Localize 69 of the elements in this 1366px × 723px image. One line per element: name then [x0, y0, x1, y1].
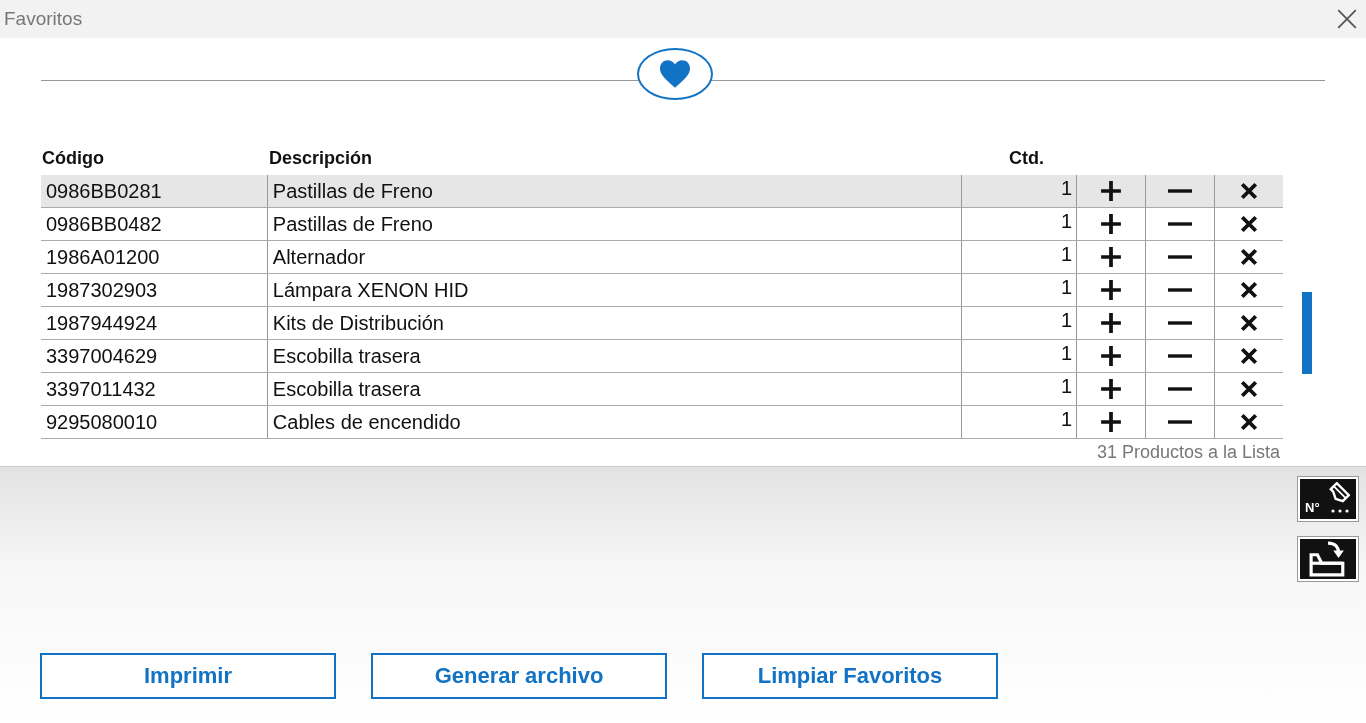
- table-row[interactable]: 3397004629 Escobilla trasera 1: [41, 340, 1283, 373]
- minus-icon[interactable]: [1166, 254, 1195, 260]
- code-cell: 0986BB0281: [41, 175, 268, 207]
- table-row[interactable]: 3397011432 Escobilla trasera 1: [41, 373, 1283, 406]
- remove-icon[interactable]: [1240, 413, 1258, 431]
- quantity-cell: 1: [962, 406, 1078, 438]
- column-header: Código: [41, 148, 105, 169]
- minus-icon[interactable]: [1166, 287, 1195, 293]
- dots-icon: [1330, 509, 1350, 513]
- code-cell: 9295080010: [41, 406, 268, 438]
- remove-icon[interactable]: [1240, 215, 1258, 233]
- action-button[interactable]: Imprimir: [40, 653, 336, 699]
- code-cell: 1987944924: [41, 307, 268, 339]
- plus-icon[interactable]: [1100, 180, 1123, 202]
- code-cell: 3397004629: [41, 340, 268, 372]
- code-cell: 1986A01200: [41, 241, 268, 273]
- table-row[interactable]: 1987944924 Kits de Distribución 1: [41, 307, 1283, 340]
- minus-icon[interactable]: [1166, 221, 1195, 227]
- description-cell: Alternador: [267, 241, 963, 273]
- plus-icon[interactable]: [1100, 246, 1123, 268]
- plus-icon[interactable]: [1100, 312, 1123, 334]
- column-header: Ctd.: [1009, 148, 1045, 169]
- plus-icon[interactable]: [1100, 411, 1123, 433]
- minus-icon[interactable]: [1166, 353, 1195, 359]
- number-edit-button[interactable]: N°: [1298, 477, 1358, 521]
- close-icon[interactable]: [1336, 8, 1358, 30]
- remove-icon[interactable]: [1240, 314, 1258, 332]
- remove-icon[interactable]: [1240, 182, 1258, 200]
- action-button[interactable]: Limpiar Favoritos: [702, 653, 998, 699]
- table-row[interactable]: 0986BB0281 Pastillas de Freno 1: [41, 175, 1283, 208]
- remove-icon[interactable]: [1240, 248, 1258, 266]
- description-cell: Kits de Distribución: [267, 307, 963, 339]
- minus-icon[interactable]: [1166, 320, 1195, 326]
- plus-icon[interactable]: [1100, 279, 1123, 301]
- plus-icon[interactable]: [1100, 378, 1123, 400]
- plus-icon[interactable]: [1100, 345, 1123, 367]
- remove-icon[interactable]: [1240, 281, 1258, 299]
- description-cell: Escobilla trasera: [267, 373, 963, 405]
- description-cell: Pastillas de Freno: [267, 175, 963, 207]
- table-row[interactable]: 1987302903 Lámpara XENON HID 1: [41, 274, 1283, 307]
- minus-icon[interactable]: [1166, 386, 1195, 392]
- table-row[interactable]: 9295080010 Cables de encendido 1: [41, 406, 1283, 439]
- table-row[interactable]: 0986BB0482 Pastillas de Freno 1: [41, 208, 1283, 241]
- quantity-cell: 1: [962, 373, 1078, 405]
- description-cell: Lámpara XENON HID: [267, 274, 963, 306]
- description-cell: Cables de encendido: [267, 406, 963, 438]
- quantity-cell: 1: [962, 340, 1078, 372]
- action-button[interactable]: Generar archivo: [371, 653, 667, 699]
- plus-icon[interactable]: [1100, 213, 1123, 235]
- code-cell: 0986BB0482: [41, 208, 268, 240]
- quantity-cell: 1: [962, 175, 1078, 207]
- description-cell: Escobilla trasera: [267, 340, 963, 372]
- quantity-cell: 1: [962, 241, 1078, 273]
- code-cell: 3397011432: [41, 373, 268, 405]
- minus-icon[interactable]: [1166, 419, 1195, 425]
- quantity-cell: 1: [962, 274, 1078, 306]
- quantity-cell: 1: [962, 307, 1078, 339]
- remove-icon[interactable]: [1240, 380, 1258, 398]
- table-row[interactable]: 1986A01200 Alternador 1: [41, 241, 1283, 274]
- scrollbar-thumb[interactable]: [1302, 292, 1312, 374]
- quantity-cell: 1: [962, 208, 1078, 240]
- open-folder-button[interactable]: [1298, 537, 1358, 581]
- product-count: 31 Productos a la Lista: [1095, 441, 1281, 463]
- code-cell: 1987302903: [41, 274, 268, 306]
- window-title: Favoritos: [4, 8, 83, 30]
- remove-icon[interactable]: [1240, 347, 1258, 365]
- minus-icon[interactable]: [1166, 188, 1195, 194]
- column-header: Descripción: [268, 148, 374, 169]
- description-cell: Pastillas de Freno: [267, 208, 963, 240]
